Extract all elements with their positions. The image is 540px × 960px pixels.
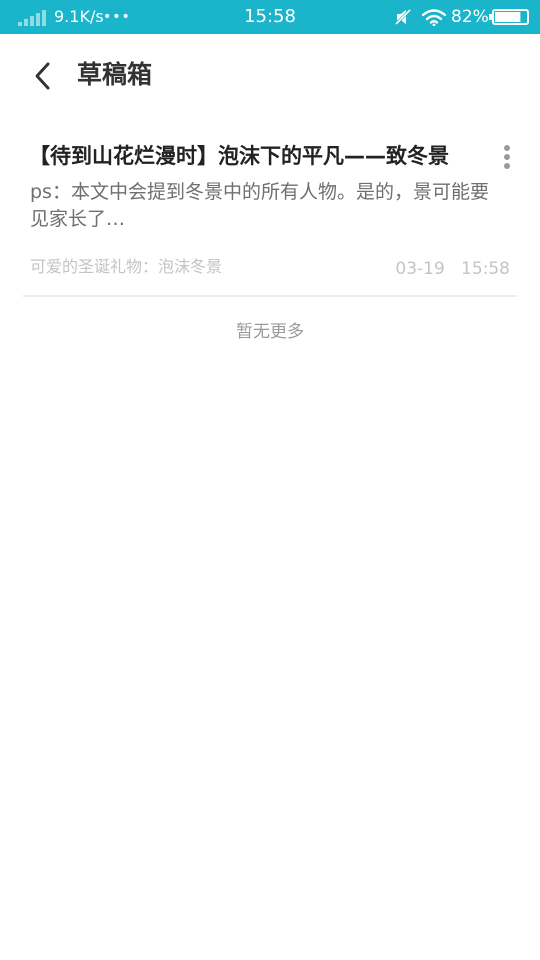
draft-title: 【待到山花烂漫时】泡沫下的平凡——致冬景: [29, 144, 449, 168]
battery-icon: [489, 9, 529, 25]
mute-icon: [394, 8, 412, 26]
back-button[interactable]: [22, 56, 62, 96]
divider: [23, 295, 517, 297]
draft-time: 15:58: [461, 259, 510, 279]
page-title: 草稿箱: [77, 60, 153, 89]
draft-category: 可爱的圣诞礼物：泡沫冬景: [30, 257, 223, 276]
app-header: 草稿箱: [0, 34, 540, 118]
more-vertical-icon[interactable]: [499, 142, 515, 172]
draft-excerpt: ps：本文中会提到冬景中的所有人物。是的，景可能要见家长了…: [30, 181, 489, 230]
chevron-left-icon: [35, 62, 50, 90]
battery-percent: 82%: [451, 7, 489, 27]
draft-timestamp: 03-19 15:58: [395, 257, 510, 281]
draft-list-item[interactable]: 【待到山花烂漫时】泡沫下的平凡——致冬景 ps：本文中会提到冬景中的所有人物。是…: [23, 128, 517, 296]
no-more-label: 暂无更多: [236, 322, 304, 342]
status-bar: 9.1K/s ••• 15:58 82%: [0, 0, 540, 34]
draft-date: 03-19: [395, 259, 445, 279]
wifi-icon: [422, 9, 446, 26]
